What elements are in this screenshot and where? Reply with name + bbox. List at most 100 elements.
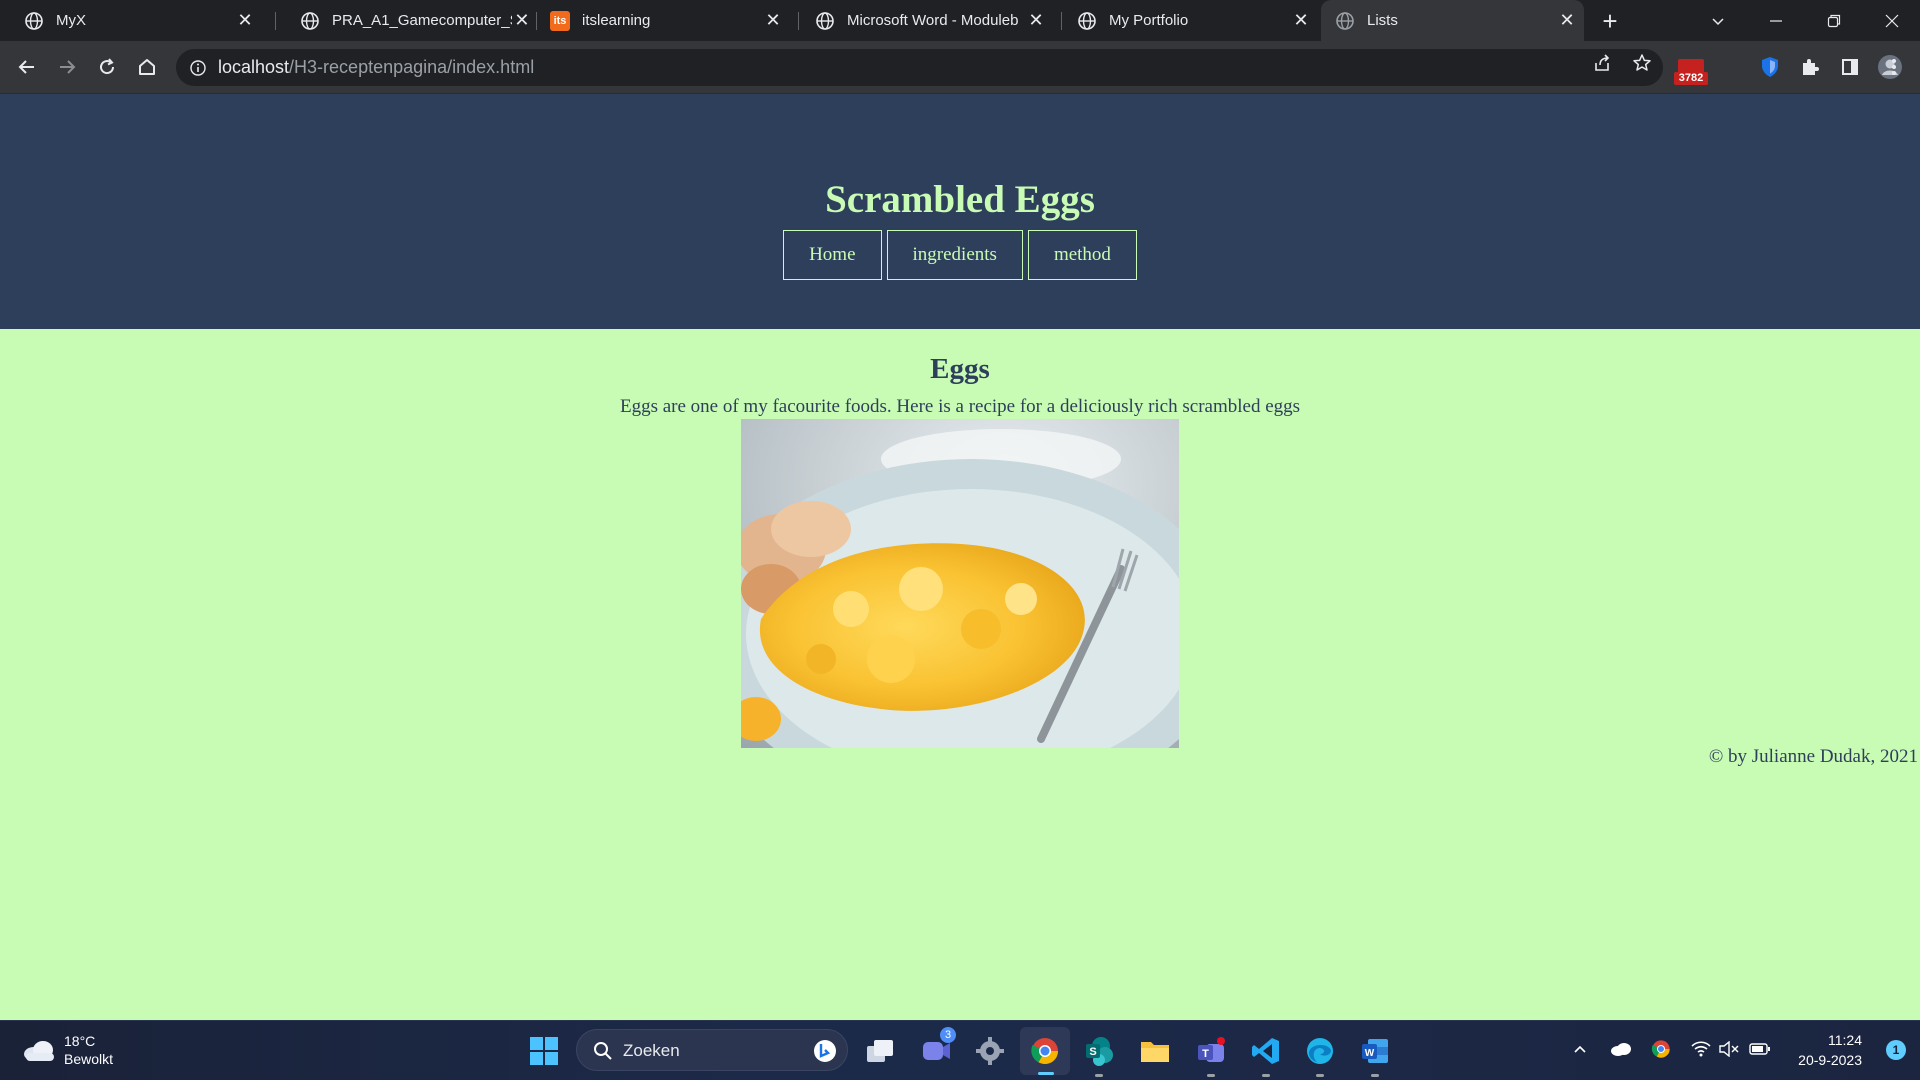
close-tab-icon[interactable]: ✕ — [234, 10, 256, 32]
taskbar-chrome-app[interactable] — [1020, 1027, 1070, 1075]
mail-extension-button[interactable]: 3782 — [1674, 57, 1708, 87]
forward-button[interactable] — [53, 53, 81, 81]
svg-text:S: S — [1089, 1046, 1096, 1058]
tab-lists[interactable]: Lists ✕ — [1321, 0, 1584, 41]
shield-extension-button[interactable] — [1756, 53, 1784, 81]
tab-microsoft-word[interactable]: Microsoft Word - Moduleb ✕ — [791, 0, 1053, 41]
shield-icon — [1762, 57, 1778, 77]
intro-text: Eggs are one of my facourite foods. Here… — [619, 396, 1301, 417]
star-icon — [1633, 54, 1651, 71]
tab-search-button[interactable] — [1690, 0, 1746, 41]
running-indicator — [1262, 1074, 1270, 1077]
share-button[interactable] — [1588, 49, 1616, 77]
new-tab-button[interactable]: + — [1596, 6, 1624, 36]
chrome-tray[interactable] — [1648, 1035, 1674, 1063]
battery-icon — [1749, 1043, 1770, 1055]
more-vert-icon — [1892, 59, 1896, 75]
taskbar-sharepoint-app[interactable]: S — [1081, 1033, 1117, 1077]
bookmark-button[interactable] — [1628, 49, 1656, 77]
cloud-icon — [1611, 1043, 1631, 1056]
taskbar-search[interactable]: Zoeken — [576, 1029, 848, 1071]
start-button[interactable] — [526, 1033, 562, 1069]
running-indicator — [1038, 1072, 1054, 1075]
tab-title: itslearning — [582, 12, 651, 29]
tab-my-portfolio[interactable]: My Portfolio ✕ — [1053, 0, 1318, 41]
taskbar-settings-app[interactable] — [972, 1033, 1008, 1069]
tab-title: PRA_A1_Gamecomputer_ST — [332, 12, 512, 29]
address-bar[interactable]: localhost/H3-receptenpagina/index.html — [176, 49, 1663, 86]
battery-tray[interactable] — [1746, 1035, 1774, 1063]
chevron-down-icon — [1712, 17, 1724, 25]
close-tab-icon[interactable]: ✕ — [1025, 10, 1047, 32]
tab-itslearning[interactable]: its itslearning ✕ — [526, 0, 790, 41]
taskbar-edge-app[interactable] — [1302, 1033, 1338, 1077]
restore-button[interactable] — [1806, 0, 1862, 41]
weather-widget[interactable]: 18°C Bewolkt — [22, 1031, 152, 1071]
globe-icon — [301, 11, 319, 30]
site-nav: Home ingredients method — [0, 230, 1920, 280]
browser-tab-strip: MyX ✕ PRA_A1_Gamecomputer_ST ✕ its itsle… — [0, 0, 1920, 41]
info-icon[interactable] — [190, 59, 206, 76]
nav-home-link[interactable]: Home — [783, 230, 882, 280]
unread-count-badge: 3782 — [1674, 72, 1708, 85]
taskbar-word-app[interactable]: W — [1357, 1033, 1393, 1077]
close-tab-icon[interactable]: ✕ — [762, 10, 784, 32]
clock-date: 20-9-2023 — [1798, 1052, 1862, 1068]
reload-button[interactable] — [93, 53, 121, 81]
taskbar-teams-app[interactable]: T — [1193, 1033, 1229, 1077]
minimize-button[interactable] — [1748, 0, 1804, 41]
close-tab-icon[interactable]: ✕ — [1290, 10, 1312, 32]
volume-tray[interactable] — [1716, 1035, 1742, 1063]
globe-icon — [25, 11, 43, 30]
weather-temperature: 18°C — [64, 1033, 96, 1049]
copyright-note: © by Julianne Dudak, 2021 — [1708, 746, 1918, 767]
close-tab-icon[interactable]: ✕ — [1556, 10, 1578, 32]
extensions-button[interactable] — [1796, 53, 1824, 81]
svg-text:T: T — [1202, 1048, 1209, 1060]
tab-pra-a1-gamecomputer[interactable]: PRA_A1_Gamecomputer_ST ✕ — [276, 0, 538, 41]
puzzle-icon — [1803, 59, 1819, 75]
close-icon — [1885, 14, 1899, 27]
svg-text:W: W — [1365, 1048, 1375, 1059]
browser-toolbar: localhost/H3-receptenpagina/index.html — [0, 41, 1920, 94]
close-window-button[interactable] — [1864, 0, 1920, 41]
tab-title: Lists — [1367, 12, 1398, 29]
onedrive-tray[interactable] — [1608, 1035, 1634, 1063]
menu-button[interactable] — [1880, 53, 1908, 81]
globe-icon — [816, 11, 834, 30]
wifi-icon — [1691, 1041, 1711, 1057]
section-heading: Eggs — [930, 353, 990, 385]
taskbar-chat-app[interactable]: 3 — [918, 1027, 956, 1069]
taskbar-file-explorer-app[interactable] — [1137, 1033, 1173, 1069]
gear-icon — [976, 1037, 1004, 1065]
search-placeholder: Zoeken — [623, 1041, 680, 1060]
sharepoint-icon: S — [1086, 1037, 1113, 1066]
network-tray[interactable] — [1688, 1035, 1714, 1063]
share-icon — [1595, 54, 1610, 71]
tab-title: My Portfolio — [1109, 12, 1189, 29]
task-view-button[interactable] — [862, 1033, 898, 1069]
notification-badge[interactable]: 1 — [1886, 1040, 1906, 1060]
search-icon — [594, 1042, 612, 1060]
tab-title: Microsoft Word - Moduleb — [847, 12, 1019, 29]
page-title: Scrambled Eggs — [825, 178, 1095, 221]
tab-myx[interactable]: MyX ✕ — [0, 0, 262, 41]
system-clock[interactable]: 11:24 20-9-2023 — [1798, 1030, 1862, 1070]
taskbar-vscode-app[interactable] — [1248, 1033, 1284, 1077]
nav-method-link[interactable]: method — [1027, 230, 1137, 280]
home-icon — [139, 59, 155, 75]
scrambled-eggs-photo — [741, 419, 1179, 748]
folder-icon — [1141, 1042, 1169, 1062]
side-panel-button[interactable] — [1836, 53, 1864, 81]
edge-icon — [1307, 1038, 1333, 1064]
chrome-icon — [1031, 1038, 1059, 1065]
side-panel-icon — [1842, 59, 1858, 75]
arrow-left-icon — [18, 60, 34, 74]
running-indicator — [1095, 1074, 1103, 1077]
back-button[interactable] — [13, 53, 41, 81]
show-hidden-icons-button[interactable] — [1568, 1035, 1592, 1063]
nav-ingredients-link[interactable]: ingredients — [886, 230, 1023, 280]
home-button[interactable] — [133, 53, 161, 81]
running-indicator — [1371, 1074, 1379, 1077]
itslearning-icon: its — [550, 10, 570, 31]
